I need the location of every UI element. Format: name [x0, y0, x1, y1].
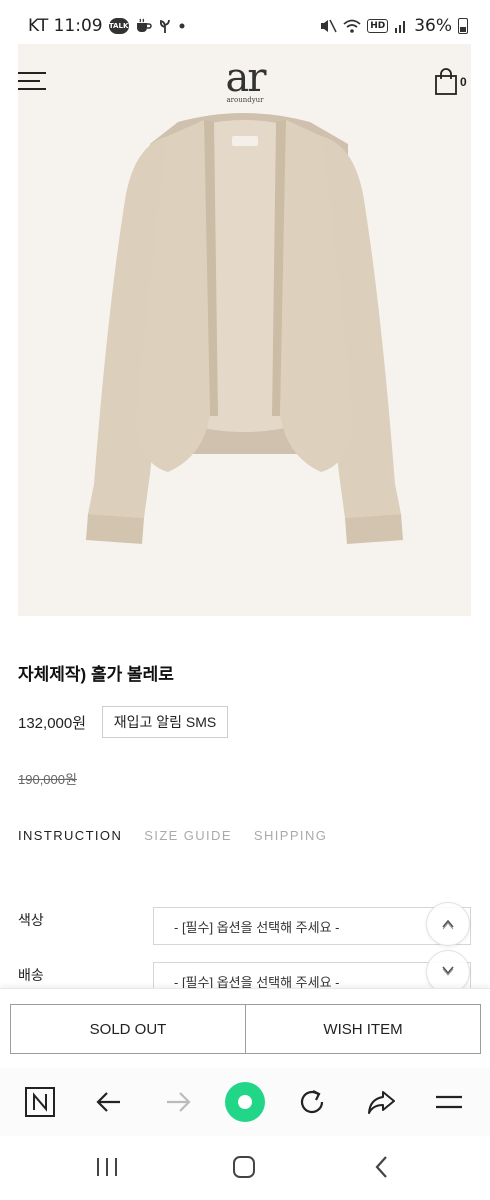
- restock-sms-button[interactable]: 재입고 알림 SMS: [102, 706, 228, 738]
- menu-icon[interactable]: [431, 1084, 467, 1120]
- back-arrow-icon[interactable]: [91, 1084, 127, 1120]
- sprout-icon: [159, 18, 171, 34]
- refresh-icon[interactable]: [294, 1084, 330, 1120]
- green-dot-icon[interactable]: [224, 1081, 266, 1123]
- chevron-up-icon: [442, 919, 454, 930]
- sold-out-button[interactable]: SOLD OUT: [10, 1004, 246, 1054]
- naver-home-icon[interactable]: [22, 1084, 58, 1120]
- tab-shipping[interactable]: SHIPPING: [254, 828, 327, 843]
- cart-button[interactable]: 0: [434, 68, 474, 98]
- shipping-option-label: 배송: [18, 967, 44, 983]
- forward-arrow-icon[interactable]: [160, 1084, 196, 1120]
- battery-percent: 36%: [414, 16, 452, 36]
- color-option-label: 색상: [18, 912, 44, 928]
- shopping-bag-icon: [435, 68, 457, 95]
- dot-icon: [177, 21, 187, 31]
- tab-size-guide[interactable]: SIZE GUIDE: [144, 828, 232, 843]
- product-price: 132,000원: [18, 715, 87, 732]
- chevron-down-icon: [442, 966, 454, 976]
- purchase-action-bar: SOLD OUT WISH ITEM: [0, 988, 490, 1068]
- browser-toolbar: [0, 1068, 490, 1136]
- product-name: 자체제작) 홀가 볼레로: [18, 665, 174, 684]
- product-image[interactable]: [18, 44, 471, 616]
- battery-icon: [458, 18, 468, 34]
- logo-mark: ar: [225, 55, 267, 101]
- mute-icon: [319, 18, 337, 34]
- original-price: 190,000원: [18, 772, 77, 787]
- cart-count: 0: [460, 75, 467, 89]
- carrier-time: KT 11:09: [28, 16, 103, 36]
- share-icon[interactable]: [363, 1084, 399, 1120]
- site-logo[interactable]: ar aroundyur: [0, 58, 490, 104]
- sweater-illustration: [86, 113, 403, 544]
- system-navigation-bar: [0, 1136, 490, 1200]
- back-icon[interactable]: [367, 1152, 397, 1182]
- tab-instruction[interactable]: INSTRUCTION: [18, 828, 122, 843]
- scroll-up-button[interactable]: [426, 902, 470, 946]
- logo-subtitle: aroundyur: [226, 96, 264, 104]
- coffee-icon: [135, 18, 153, 34]
- wish-item-button[interactable]: WISH ITEM: [245, 1004, 481, 1054]
- wifi-icon: [343, 18, 361, 34]
- color-option-select[interactable]: - [필수] 옵션을 선택해 주세요 -: [153, 907, 471, 945]
- hd-icon: HD: [367, 19, 389, 33]
- recent-apps-icon[interactable]: [92, 1152, 122, 1182]
- home-icon[interactable]: [229, 1152, 259, 1182]
- info-tabs: INSTRUCTION SIZE GUIDE SHIPPING: [18, 828, 327, 843]
- signal-icon: [394, 18, 408, 34]
- talk-icon: TALK: [108, 18, 129, 34]
